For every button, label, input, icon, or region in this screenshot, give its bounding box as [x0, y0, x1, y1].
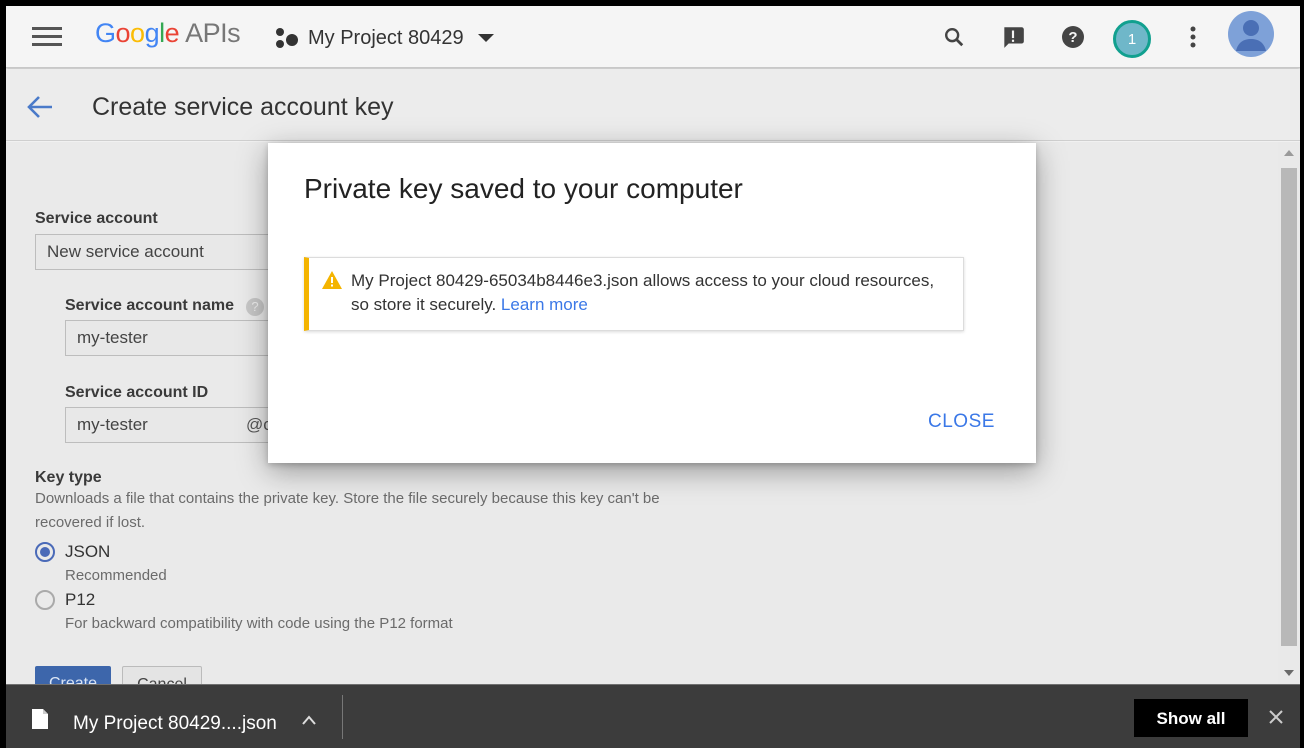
- search-icon[interactable]: [937, 20, 971, 54]
- service-account-select[interactable]: New service account: [35, 234, 295, 270]
- scroll-thumb[interactable]: [1281, 168, 1297, 646]
- svg-text:?: ?: [1068, 29, 1077, 46]
- download-file-name[interactable]: My Project 80429....json: [73, 713, 277, 735]
- chevron-down-icon: [477, 34, 494, 42]
- close-icon[interactable]: [1268, 709, 1284, 725]
- service-account-name-input[interactable]: my-tester: [65, 320, 295, 356]
- service-account-id-value: my-tester: [77, 415, 148, 434]
- alert-message-text: My Project 80429-65034b8446e3.json allow…: [351, 271, 935, 314]
- page-title: Create service account key: [92, 93, 394, 121]
- download-bar: My Project 80429....json Show all: [6, 684, 1300, 748]
- p12-sublabel: For backward compatibility with code usi…: [65, 615, 453, 632]
- project-icon: [274, 26, 300, 50]
- project-name: My Project 80429: [308, 26, 464, 49]
- chevron-up-icon[interactable]: [301, 713, 317, 725]
- logo-google: Google: [95, 18, 180, 48]
- json-label: JSON: [65, 542, 111, 561]
- file-icon: [32, 709, 48, 729]
- learn-more-link[interactable]: Learn more: [501, 295, 588, 314]
- help-icon[interactable]: ?: [246, 298, 264, 316]
- show-all-button[interactable]: Show all: [1134, 699, 1248, 737]
- key-type-label: Key type: [35, 469, 102, 486]
- json-radio[interactable]: [35, 542, 55, 562]
- page-header: Create service account key: [6, 69, 1300, 141]
- cancel-button[interactable]: Cancel: [122, 666, 202, 684]
- browser-viewport: Google APIs My Project 80429 ? 1 Create …: [6, 6, 1300, 684]
- scroll-down-arrow[interactable]: [1284, 670, 1294, 676]
- back-arrow-icon[interactable]: [24, 91, 56, 123]
- project-selector[interactable]: My Project 80429: [274, 20, 494, 56]
- warning-icon: [321, 270, 343, 290]
- create-button[interactable]: Create: [35, 666, 111, 684]
- service-account-name-label: Service account name: [65, 297, 234, 314]
- close-button[interactable]: CLOSE: [928, 411, 995, 433]
- private-key-dialog: Private key saved to your computer My Pr…: [268, 143, 1036, 463]
- notifications-badge[interactable]: 1: [1111, 18, 1153, 60]
- key-type-description: Downloads a file that contains the priva…: [35, 490, 660, 531]
- help-icon[interactable]: ?: [1056, 20, 1090, 54]
- json-sublabel: Recommended: [65, 567, 167, 584]
- service-account-id-input[interactable]: my-tester @c: [65, 407, 295, 443]
- google-apis-logo[interactable]: Google APIs: [95, 18, 241, 49]
- p12-label: P12: [65, 590, 96, 609]
- top-app-bar: Google APIs My Project 80429 ? 1: [6, 6, 1300, 68]
- feedback-icon[interactable]: [996, 20, 1030, 54]
- notification-count: 1: [1113, 20, 1151, 58]
- more-vert-icon[interactable]: [1176, 20, 1210, 54]
- warning-alert: My Project 80429-65034b8446e3.json allow…: [304, 257, 964, 331]
- page-scrollbar[interactable]: [1278, 142, 1300, 684]
- service-account-label: Service account: [35, 210, 158, 227]
- logo-apis: APIs: [185, 18, 241, 48]
- avatar-icon[interactable]: [1228, 11, 1274, 57]
- scroll-up-arrow[interactable]: [1284, 150, 1294, 156]
- alert-message: My Project 80429-65034b8446e3.json allow…: [351, 269, 951, 317]
- divider: [342, 695, 343, 739]
- service-account-id-label: Service account ID: [65, 384, 209, 401]
- p12-radio[interactable]: [35, 590, 55, 610]
- dialog-title: Private key saved to your computer: [304, 173, 743, 204]
- menu-icon[interactable]: [32, 24, 62, 48]
